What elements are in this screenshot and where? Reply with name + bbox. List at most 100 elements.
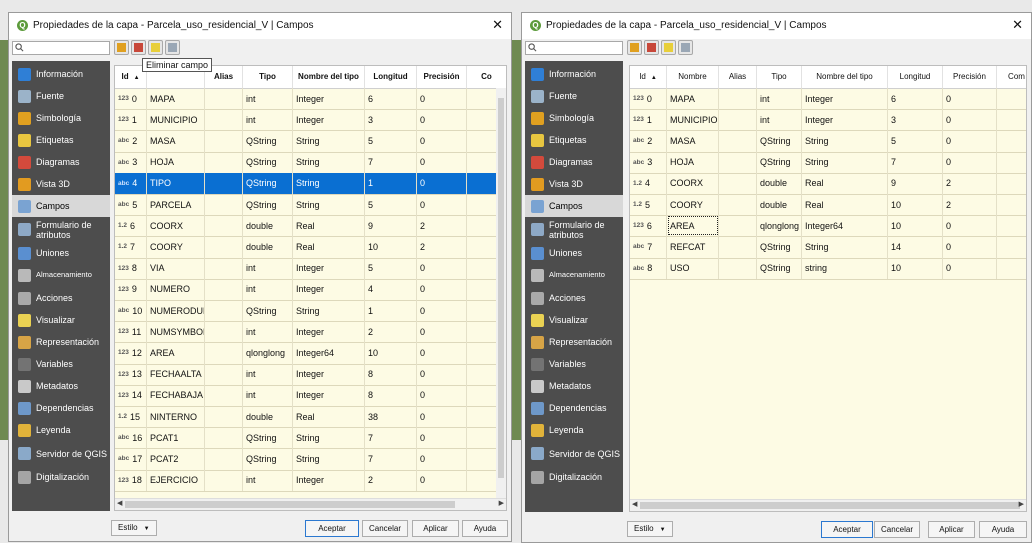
id-cell[interactable]: 123 0 (630, 88, 667, 110)
type-name-cell[interactable]: Real (802, 172, 888, 194)
precision-cell[interactable]: 0 (417, 172, 467, 194)
comment-cell[interactable] (997, 130, 1026, 151)
sidebar-search-input[interactable] (525, 41, 623, 55)
sidebar-item-view3d[interactable]: Vista 3D (525, 173, 623, 195)
precision-cell[interactable]: 0 (943, 236, 997, 258)
type-name-cell[interactable]: Real (293, 236, 365, 258)
id-cell[interactable]: 123 1 (630, 109, 667, 131)
alias-cell[interactable] (719, 88, 757, 110)
precision-cell[interactable]: 2 (943, 172, 997, 194)
alias-cell[interactable] (205, 342, 243, 364)
length-cell[interactable]: 1 (365, 172, 417, 194)
column-header[interactable]: Longitud (888, 66, 943, 88)
sidebar-item-symbology[interactable]: Simbología (12, 107, 110, 129)
sidebar-item-labels[interactable]: Etiquetas (525, 129, 623, 151)
type-cell[interactable]: QString (243, 151, 293, 173)
table-row[interactable]: 1.2 4 COORX double Real 9 2 (630, 172, 1026, 195)
length-cell[interactable]: 4 (365, 278, 417, 300)
toggle-edit-button[interactable] (661, 40, 676, 55)
alias-cell[interactable] (205, 130, 243, 152)
name-cell[interactable]: NUMERO (147, 278, 205, 300)
column-header[interactable]: Tipo (243, 66, 293, 88)
precision-cell[interactable]: 0 (943, 151, 997, 173)
id-cell[interactable]: abc 17 (115, 448, 147, 470)
name-cell[interactable]: TIPO (147, 172, 205, 194)
type-cell[interactable]: int (757, 109, 802, 131)
id-cell[interactable]: abc 4 (115, 172, 147, 194)
type-cell[interactable]: QString (757, 130, 802, 152)
id-cell[interactable]: 123 12 (115, 342, 147, 364)
id-cell[interactable]: abc 5 (115, 194, 147, 216)
id-cell[interactable]: 123 14 (115, 384, 147, 406)
comment-cell[interactable] (997, 194, 1026, 215)
table-row[interactable]: 1.2 5 COORY double Real 10 2 (630, 194, 1026, 217)
alias-cell[interactable] (719, 109, 757, 131)
name-cell[interactable]: EJERCICIO (147, 469, 205, 491)
table-row[interactable]: abc 5 PARCELA QString String 5 0 (115, 194, 506, 217)
ok-button[interactable]: Aceptar (821, 521, 873, 538)
type-name-cell[interactable]: Integer (293, 363, 365, 385)
id-cell[interactable]: abc 3 (115, 151, 147, 173)
type-name-cell[interactable]: Integer64 (293, 342, 365, 364)
type-cell[interactable]: int (243, 109, 293, 131)
type-name-cell[interactable]: Real (293, 406, 365, 428)
type-cell[interactable]: QString (243, 172, 293, 194)
length-cell[interactable]: 7 (365, 448, 417, 470)
table-row[interactable]: 1.2 15 NINTERNO double Real 38 0 (115, 406, 506, 429)
sidebar-item-storage[interactable]: Almacenamiento (12, 264, 110, 286)
comment-cell[interactable] (997, 88, 1026, 109)
type-cell[interactable]: int (243, 257, 293, 279)
name-cell[interactable]: REFCAT (667, 236, 719, 258)
sidebar-item-digitizing[interactable]: Digitalización (525, 466, 623, 488)
sidebar-item-rendering[interactable]: Representación (525, 331, 623, 353)
name-cell[interactable]: COORY (667, 194, 719, 216)
name-cell[interactable]: PARCELA (147, 194, 205, 216)
scroll-left-icon[interactable]: ◀ (117, 499, 122, 509)
type-cell[interactable]: double (757, 194, 802, 216)
table-row[interactable]: abc 2 MASA QString String 5 0 (630, 130, 1026, 153)
table-row[interactable]: abc 4 TIPO QString String 1 0 (115, 172, 506, 195)
length-cell[interactable]: 6 (888, 88, 943, 110)
cancel-button[interactable]: Cancelar (874, 521, 920, 538)
type-cell[interactable]: QString (243, 130, 293, 152)
length-cell[interactable]: 14 (888, 236, 943, 258)
length-cell[interactable]: 1 (365, 300, 417, 322)
comment-cell[interactable] (997, 236, 1026, 257)
sidebar-item-diagrams[interactable]: Diagramas (12, 151, 110, 173)
type-cell[interactable]: QString (243, 300, 293, 322)
alias-cell[interactable] (205, 151, 243, 173)
id-cell[interactable]: 1.2 7 (115, 236, 147, 258)
length-cell[interactable]: 2 (365, 321, 417, 343)
name-cell[interactable]: COORY (147, 236, 205, 258)
id-cell[interactable]: 123 11 (115, 321, 147, 343)
type-name-cell[interactable]: String (802, 130, 888, 152)
table-row[interactable]: 123 13 FECHAALTA int Integer 8 0 (115, 363, 506, 386)
length-cell[interactable]: 5 (365, 130, 417, 152)
scrollbar-thumb[interactable] (640, 502, 1020, 509)
type-cell[interactable]: double (243, 236, 293, 258)
sidebar-item-storage[interactable]: Almacenamiento (525, 264, 623, 286)
name-cell[interactable]: HOJA (667, 151, 719, 173)
name-cell[interactable]: NUMSYMBOL (147, 321, 205, 343)
id-cell[interactable]: 123 13 (115, 363, 147, 385)
type-cell[interactable]: QString (243, 448, 293, 470)
alias-cell[interactable] (719, 130, 757, 152)
precision-cell[interactable]: 0 (417, 151, 467, 173)
alias-cell[interactable] (205, 448, 243, 470)
column-header[interactable]: Alias (719, 66, 757, 88)
length-cell[interactable]: 9 (888, 172, 943, 194)
type-name-cell[interactable]: Integer (293, 321, 365, 343)
sidebar-item-form[interactable]: Formulario de atributos (525, 217, 623, 242)
name-cell[interactable]: FECHABAJA (147, 384, 205, 406)
name-cell[interactable]: NUMERODUP (147, 300, 205, 322)
comment-cell[interactable] (997, 109, 1026, 130)
precision-cell[interactable]: 0 (943, 215, 997, 237)
scroll-right-icon[interactable]: ▶ (499, 499, 504, 509)
alias-cell[interactable] (205, 321, 243, 343)
sidebar-item-display[interactable]: Visualizar (525, 309, 623, 331)
alias-cell[interactable] (205, 384, 243, 406)
type-name-cell[interactable]: Real (802, 194, 888, 216)
id-cell[interactable]: 1.2 15 (115, 406, 147, 428)
type-name-cell[interactable]: Integer (293, 469, 365, 491)
scroll-left-icon[interactable]: ◀ (632, 500, 637, 510)
